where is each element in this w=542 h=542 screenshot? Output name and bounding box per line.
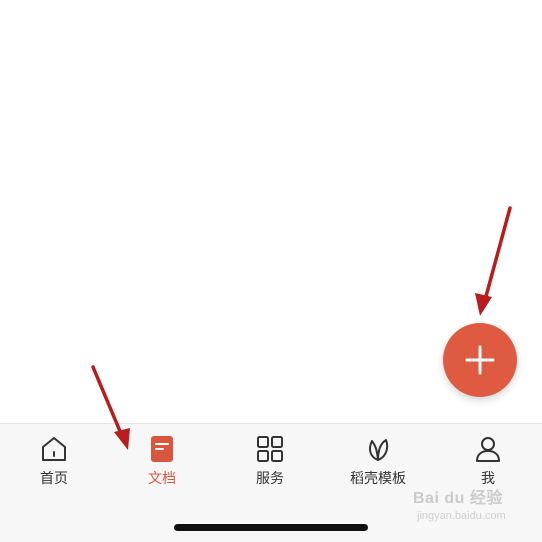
- home-icon: [39, 434, 69, 464]
- watermark-url: jingyan.baidu.com: [417, 510, 506, 522]
- tab-documents[interactable]: 文档: [108, 434, 216, 494]
- new-document-button[interactable]: [443, 323, 517, 397]
- tab-documents-label: 文档: [148, 470, 176, 486]
- tab-home[interactable]: 首页: [0, 434, 108, 494]
- tab-services[interactable]: 服务: [216, 434, 324, 494]
- grid-icon: [255, 434, 285, 464]
- home-indicator[interactable]: [174, 524, 368, 531]
- tab-home-label: 首页: [40, 470, 68, 486]
- app-screen: 首页 文档 服务 稻壳模板 我 Bai du 经验 jingyan.baidu.…: [0, 0, 542, 542]
- baidu-jingyan-watermark: Bai du 经验 jingyan.baidu.com: [413, 484, 523, 528]
- person-icon: [473, 434, 503, 464]
- tab-services-label: 服务: [256, 470, 284, 486]
- leaf-icon: [363, 434, 393, 464]
- watermark-brand: Bai du 经验: [413, 490, 503, 507]
- document-icon: [147, 434, 177, 464]
- plus-icon: [465, 345, 495, 375]
- tab-templates-label: 稻壳模板: [350, 470, 406, 486]
